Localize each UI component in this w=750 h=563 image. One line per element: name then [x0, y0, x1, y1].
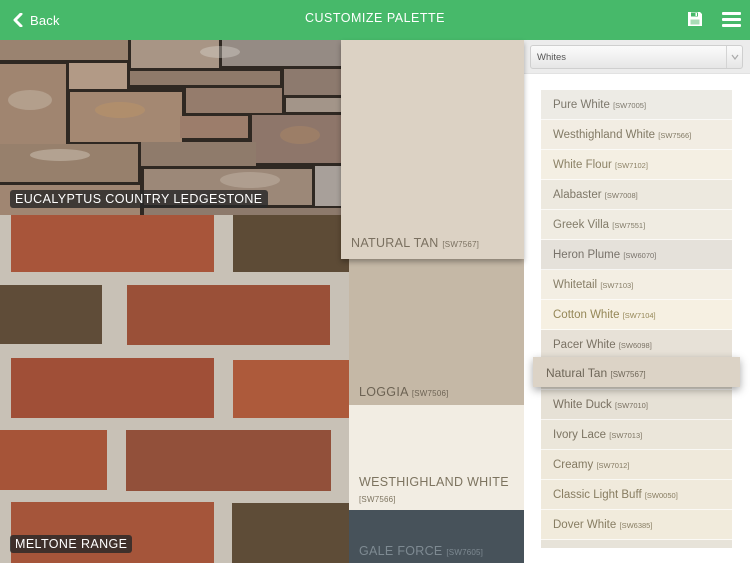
row-code: [SW7567] [610, 370, 646, 379]
page-title: CUSTOMIZE PALETTE [304, 11, 445, 25]
color-list-row[interactable]: Creamy [SW7012] [541, 450, 732, 480]
texture-swatch-stone[interactable]: EUCALYPTUS COUNTRY LEDGESTONE [0, 40, 342, 215]
row-code: [SW7102] [615, 161, 648, 170]
chip-name: LOGGIA [359, 385, 409, 399]
row-name: Ivory Lace [553, 429, 607, 441]
palette-chip-loggia[interactable]: LOGGIA [SW7506] [349, 259, 524, 405]
color-list-row[interactable]: White Duck [SW7010] [541, 390, 732, 420]
texture-swatch-brick[interactable]: MELTONE RANGE [0, 215, 350, 563]
row-name: Natural Tan [546, 366, 608, 380]
chip-code: [SW7567] [442, 240, 480, 249]
color-list[interactable]: Pure White [SW7005] Westhighland White [S… [541, 90, 732, 548]
row-code: [SW7566] [658, 131, 692, 140]
row-name: Creamy [553, 459, 594, 471]
color-list-row[interactable]: Authentic White [541, 540, 732, 548]
row-name: Cotton White [553, 309, 620, 321]
color-list-row[interactable]: Pure White [SW7005] [541, 90, 732, 120]
dragged-color-row[interactable]: Natural Tan [SW7567] [533, 357, 740, 387]
texture-label: MELTONE RANGE [10, 535, 133, 553]
color-list-row[interactable]: White Flour [SW7102] [541, 150, 732, 180]
chip-code: [SW7566] [359, 495, 396, 504]
palette-chip-natural-tan[interactable]: NATURAL TAN [SW7567] [341, 40, 524, 259]
row-name: Pacer White [553, 339, 616, 351]
chip-name: WESTHIGHLAND WHITE [359, 475, 509, 489]
chip-name: GALE FORCE [359, 544, 443, 558]
chip-code: [SW7506] [411, 389, 449, 398]
color-list-row[interactable]: Cotton White [SW7104] [541, 300, 732, 330]
row-code: [SW6098] [618, 341, 652, 350]
floppy-disk-icon[interactable] [687, 11, 703, 27]
color-family-dropdown[interactable]: Whites [530, 45, 743, 69]
color-list-row[interactable]: Heron Plume [SW6070] [541, 240, 732, 270]
row-name: Whitetail [553, 279, 598, 291]
color-list-row[interactable]: Ivory Lace [SW7013] [541, 420, 732, 450]
color-list-row[interactable]: Dover White [SW6385] [541, 510, 732, 540]
row-code: [SW7008] [604, 191, 638, 200]
chevron-down-icon [726, 46, 742, 68]
row-name: White Duck [553, 399, 612, 411]
row-name: Dover White [553, 519, 617, 531]
row-name: Pure White [553, 99, 610, 111]
color-list-row[interactable]: Westhighland White [SW7566] [541, 120, 732, 150]
hamburger-menu-icon[interactable] [722, 12, 741, 27]
row-code: [SW7103] [600, 281, 634, 290]
row-name: Westhighland White [553, 129, 656, 141]
dropdown-value: Whites [537, 52, 567, 63]
row-code: [SW7012] [596, 461, 630, 470]
row-code: [SW7013] [609, 431, 643, 440]
row-code: [SW7005] [613, 101, 647, 110]
palette-chip-gale-force[interactable]: GALE FORCE [SW7605] [349, 510, 524, 563]
color-list-row[interactable]: Pacer White [SW6098] [541, 330, 732, 360]
color-list-row[interactable]: Classic Light Buff [SW0050] [541, 480, 732, 510]
row-name: Heron Plume [553, 249, 621, 261]
chip-name: NATURAL TAN [351, 236, 439, 250]
row-code: [SW6385] [619, 521, 653, 530]
row-code: [SW7104] [622, 311, 656, 320]
texture-label: EUCALYPTUS COUNTRY LEDGESTONE [10, 190, 268, 208]
row-code: [SW6070] [623, 251, 657, 260]
palette-chip-westhighland-white[interactable]: WESTHIGHLAND WHITE [SW7566] [349, 405, 524, 510]
app-header: Back CUSTOMIZE PALETTE [0, 0, 750, 40]
row-name: White Flour [553, 159, 612, 171]
row-name: Classic Light Buff [553, 489, 642, 501]
row-code: [SW7010] [615, 401, 648, 410]
stone-texture-image [0, 40, 342, 215]
color-list-row[interactable]: Alabaster [SW7008] [541, 180, 732, 210]
color-list-row[interactable]: Greek Villa [SW7551] [541, 210, 732, 240]
color-list-row[interactable]: Whitetail [SW7103] [541, 270, 732, 300]
row-code: [SW7551] [612, 221, 646, 230]
brick-texture-image [0, 215, 350, 563]
row-name: Alabaster [553, 189, 602, 201]
row-code: [SW0050] [644, 491, 678, 500]
chip-code: [SW7605] [446, 548, 484, 557]
row-name: Greek Villa [553, 219, 610, 231]
